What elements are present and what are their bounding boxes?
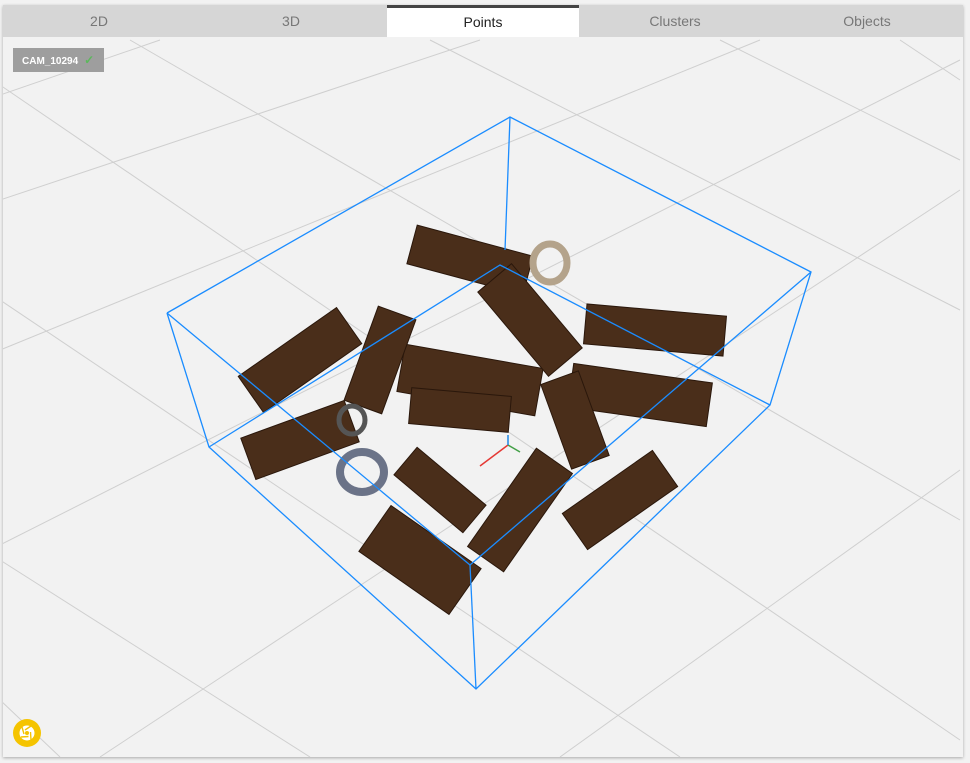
tab-clusters[interactable]: Clusters — [579, 5, 771, 37]
point-cloud — [237, 224, 728, 616]
camera-badge[interactable]: CAM_10294 ✓ — [13, 48, 104, 72]
check-icon: ✓ — [84, 53, 95, 67]
tab-2d[interactable]: 2D — [3, 5, 195, 37]
tab-points[interactable]: Points — [387, 5, 579, 37]
snapshot-button[interactable] — [13, 719, 41, 747]
point-cloud-viewport[interactable] — [3, 5, 963, 757]
tab-3d[interactable]: 3D — [195, 5, 387, 37]
axes-gizmo — [479, 435, 521, 467]
camera-name: CAM_10294 — [22, 56, 79, 67]
camera-shutter-icon — [19, 725, 35, 741]
tab-objects[interactable]: Objects — [771, 5, 963, 37]
tab-bar: 2D 3D Points Clusters Objects — [3, 5, 963, 37]
viewer-window: 2D 3D Points Clusters Objects CAM_10294 … — [3, 5, 963, 757]
